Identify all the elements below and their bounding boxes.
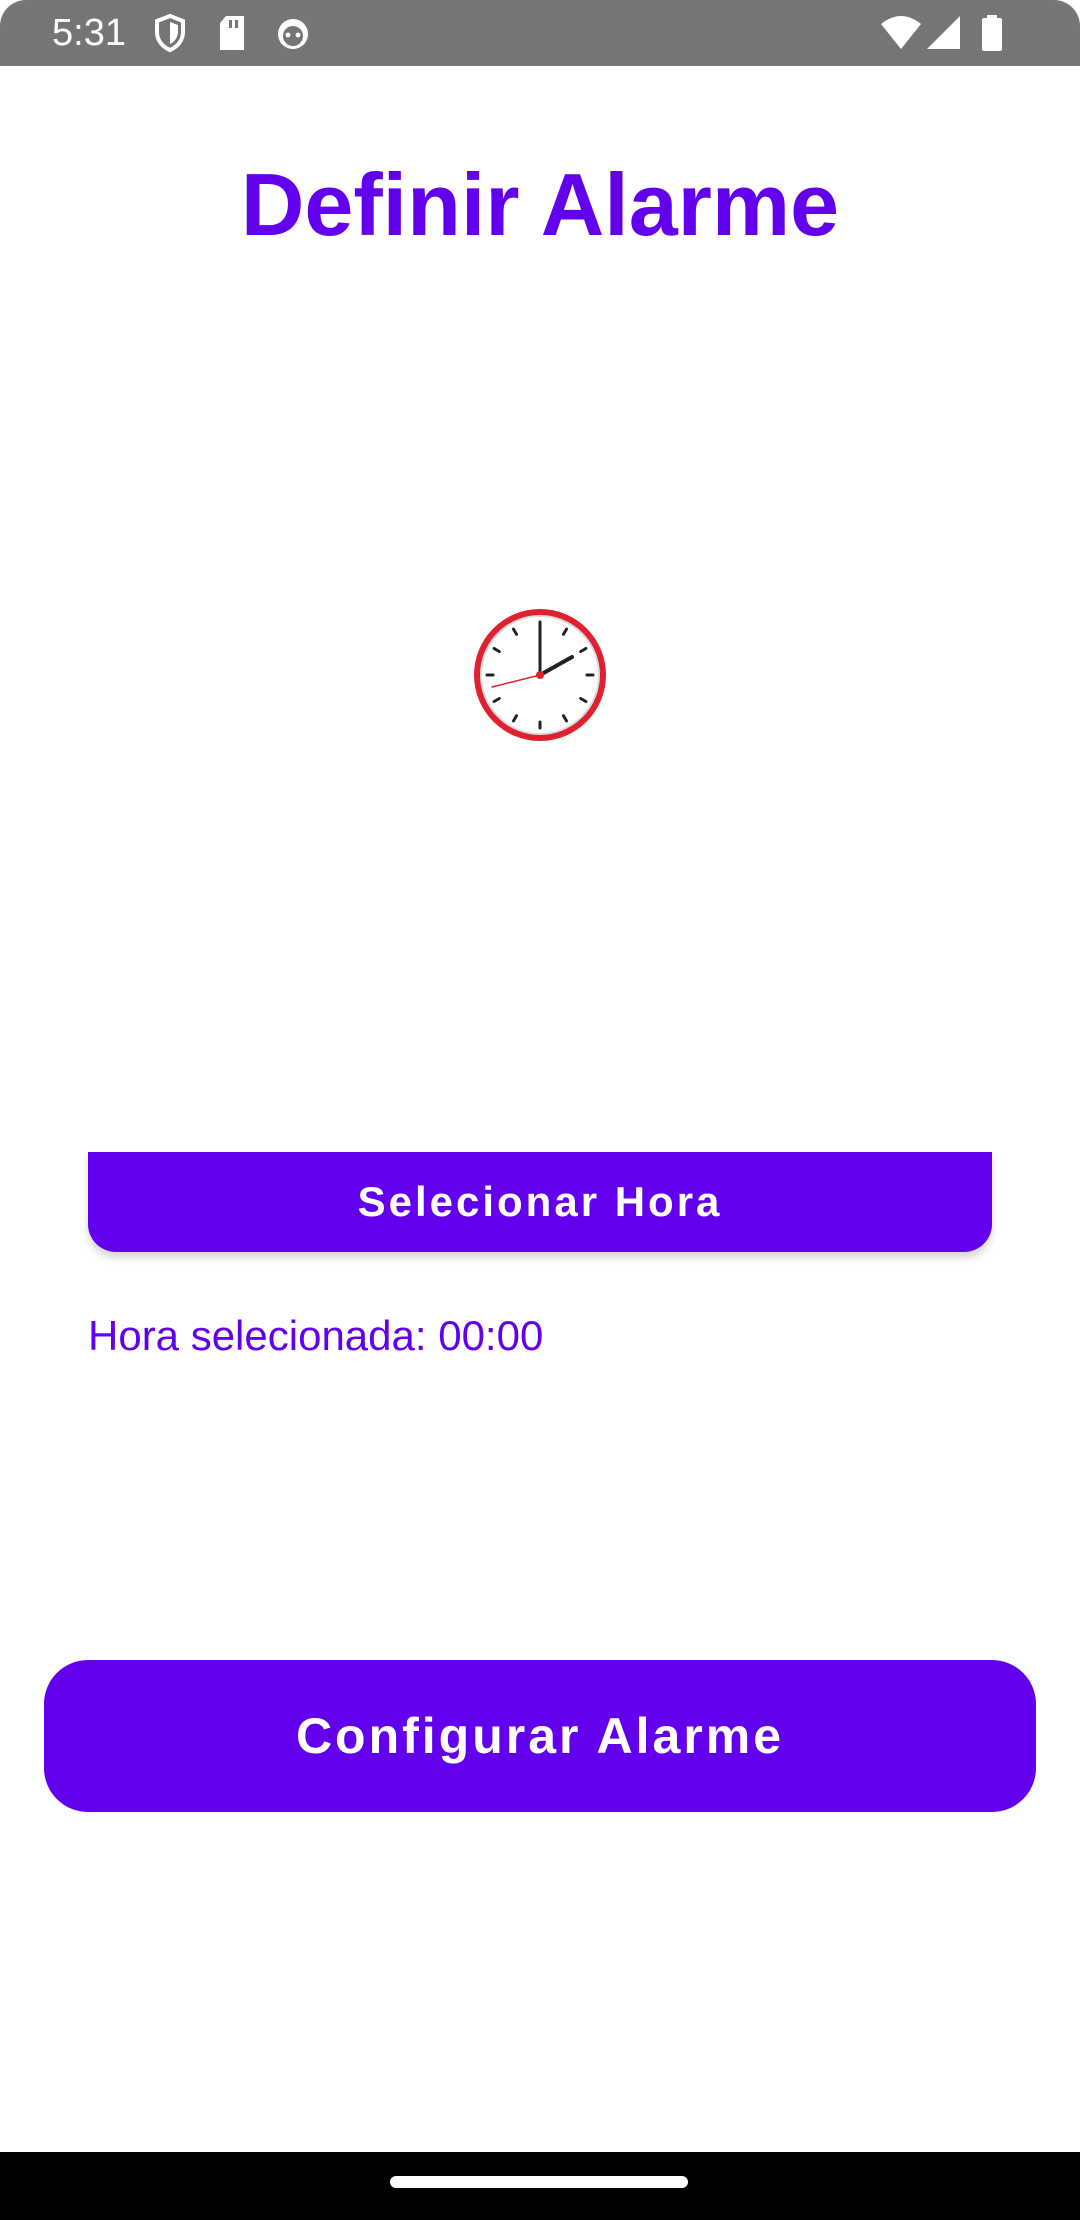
shield-icon <box>154 14 186 52</box>
battery-icon <box>980 14 1004 52</box>
page-title: Definir Alarme <box>240 155 840 254</box>
navigation-bar <box>0 2152 1080 2220</box>
clock-icon <box>468 603 612 747</box>
cellular-signal-icon <box>926 14 962 52</box>
home-gesture-handle[interactable] <box>390 2176 688 2188</box>
android-head-icon <box>274 14 312 52</box>
wifi-icon <box>880 14 922 52</box>
status-bar: 5:31 <box>0 0 1080 66</box>
select-time-button[interactable]: Selecionar Hora <box>88 1152 992 1252</box>
configure-alarm-button[interactable]: Configurar Alarme <box>44 1660 1036 1812</box>
selected-time-text: Hora selecionada: 00:00 <box>88 1312 544 1359</box>
sd-card-icon <box>217 14 247 52</box>
status-time: 5:31 <box>52 12 126 54</box>
